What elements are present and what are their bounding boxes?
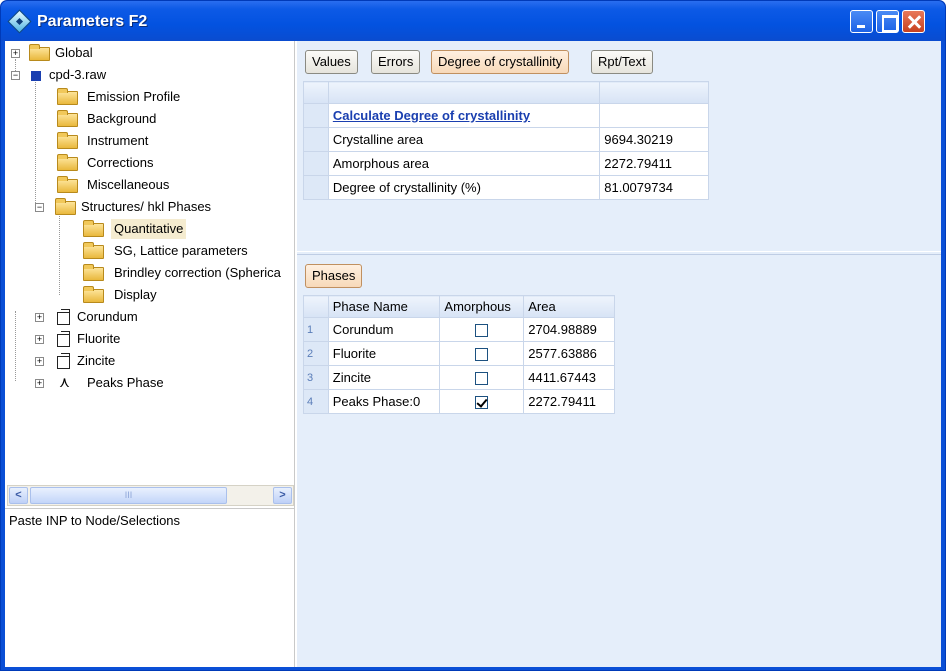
amorphous-area-value[interactable]: 2272.79411 (599, 151, 709, 176)
pane-splitter[interactable] (297, 251, 941, 255)
expand-plus-icon[interactable]: + (11, 49, 20, 58)
app-diamond-icon (7, 9, 32, 34)
crystalline-area-value[interactable]: 9694.30219 (599, 127, 709, 152)
tab-errors[interactable]: Errors (371, 50, 421, 74)
maximize-button[interactable] (876, 10, 899, 33)
scroll-grip: III (124, 490, 133, 500)
calculate-crystallinity-link[interactable]: Calculate Degree of crystallinity (327, 103, 601, 128)
area-cell[interactable]: 4411.67443 (523, 365, 615, 390)
parameter-tree: + Global − cpd-3.raw Emission Profile Ba… (11, 44, 281, 391)
left-pane: + Global − cpd-3.raw Emission Profile Ba… (5, 41, 295, 667)
scroll-right-icon[interactable]: > (273, 487, 292, 504)
table-row[interactable]: 1 Corundum 2704.98889 (303, 317, 615, 342)
phase-name-cell[interactable]: Zincite (327, 365, 441, 390)
maximize-icon (877, 11, 898, 32)
column-header-amorphous[interactable]: Amorphous (439, 295, 525, 318)
crystalline-area-label: Crystalline area (327, 127, 601, 152)
expand-plus-icon[interactable]: + (35, 313, 44, 322)
column-header-area[interactable]: Area (523, 295, 615, 318)
phase-name-cell[interactable]: Corundum (327, 317, 441, 342)
area-cell[interactable]: 2704.98889 (523, 317, 615, 342)
folder-icon (83, 286, 104, 303)
amorphous-checkbox[interactable] (475, 348, 489, 362)
parameters-window: Parameters F2 + Global − cpd-3.raw Emiss… (0, 0, 946, 671)
phases-grid: Phase Name Amorphous Area 1 Corundum 270… (303, 295, 615, 414)
phases-button[interactable]: Phases (305, 264, 363, 288)
right-pane: Values Errors Degree of crystallinity Rp… (297, 41, 941, 667)
folder-icon (57, 110, 78, 127)
peak-icon: ⋏ (59, 374, 70, 391)
table-row[interactable]: 3 Zincite 4411.67443 (303, 365, 615, 390)
minimize-icon (851, 11, 872, 32)
folder-open-icon (55, 198, 76, 215)
folder-icon (57, 176, 78, 193)
folder-icon (57, 154, 78, 171)
scroll-left-icon[interactable]: < (9, 487, 28, 504)
amorphous-area-label: Amorphous area (327, 151, 601, 176)
tab-values[interactable]: Values (305, 50, 358, 74)
tab-rpt-text[interactable]: Rpt/Text (591, 50, 653, 74)
table-row[interactable]: 4 Peaks Phase:0 2272.79411 (303, 389, 615, 414)
expand-plus-icon[interactable]: + (35, 357, 44, 366)
crystal-structure-icon (57, 331, 70, 347)
expand-plus-icon[interactable]: + (35, 379, 44, 388)
horizontal-scrollbar[interactable]: < III > (7, 485, 294, 506)
close-icon (903, 11, 924, 32)
client-area: + Global − cpd-3.raw Emission Profile Ba… (5, 41, 941, 667)
table-row[interactable]: Crystalline area 9694.30219 (303, 127, 709, 152)
scroll-thumb[interactable]: III (30, 487, 227, 504)
table-row[interactable]: Degree of crystallinity (%) 81.0079734 (303, 175, 709, 200)
paste-inp-area[interactable]: Paste INP to Node/Selections (5, 508, 295, 667)
window-title: Parameters F2 (37, 13, 148, 30)
raw-file-icon (31, 71, 41, 81)
table-row[interactable]: 2 Fluorite 2577.63886 (303, 341, 615, 366)
column-header-phase-name[interactable]: Phase Name (327, 295, 441, 318)
folder-icon (83, 264, 104, 281)
title-bar[interactable]: Parameters F2 (1, 1, 945, 41)
table-row[interactable]: Amorphous area 2272.79411 (303, 151, 709, 176)
paste-inp-label: Paste INP to Node/Selections (9, 513, 181, 528)
degree-crystallinity-label: Degree of crystallinity (%) (327, 175, 601, 200)
close-button[interactable] (902, 10, 925, 33)
tab-degree-of-crystallinity[interactable]: Degree of crystallinity (431, 50, 570, 74)
folder-icon (83, 220, 104, 237)
phase-name-cell[interactable]: Fluorite (327, 341, 441, 366)
folder-icon (83, 242, 104, 259)
crystal-structure-icon (57, 353, 70, 369)
area-cell[interactable]: 2272.79411 (523, 389, 615, 414)
collapse-minus-icon[interactable]: − (11, 71, 20, 80)
expand-plus-icon[interactable]: + (35, 335, 44, 344)
amorphous-checkbox[interactable] (475, 324, 489, 338)
minimize-button[interactable] (850, 10, 873, 33)
degree-crystallinity-value[interactable]: 81.0079734 (599, 175, 709, 200)
amorphous-checkbox[interactable] (475, 372, 489, 386)
folder-icon (57, 88, 78, 105)
folder-icon (57, 132, 78, 149)
folder-icon (29, 44, 50, 61)
area-cell[interactable]: 2577.63886 (523, 341, 615, 366)
crystallinity-grid: Calculate Degree of crystallinity Crysta… (303, 81, 709, 200)
crystal-structure-icon (57, 309, 70, 325)
phase-name-cell[interactable]: Peaks Phase:0 (327, 389, 441, 414)
amorphous-checkbox-checked[interactable] (475, 396, 489, 410)
collapse-minus-icon[interactable]: − (35, 203, 44, 212)
